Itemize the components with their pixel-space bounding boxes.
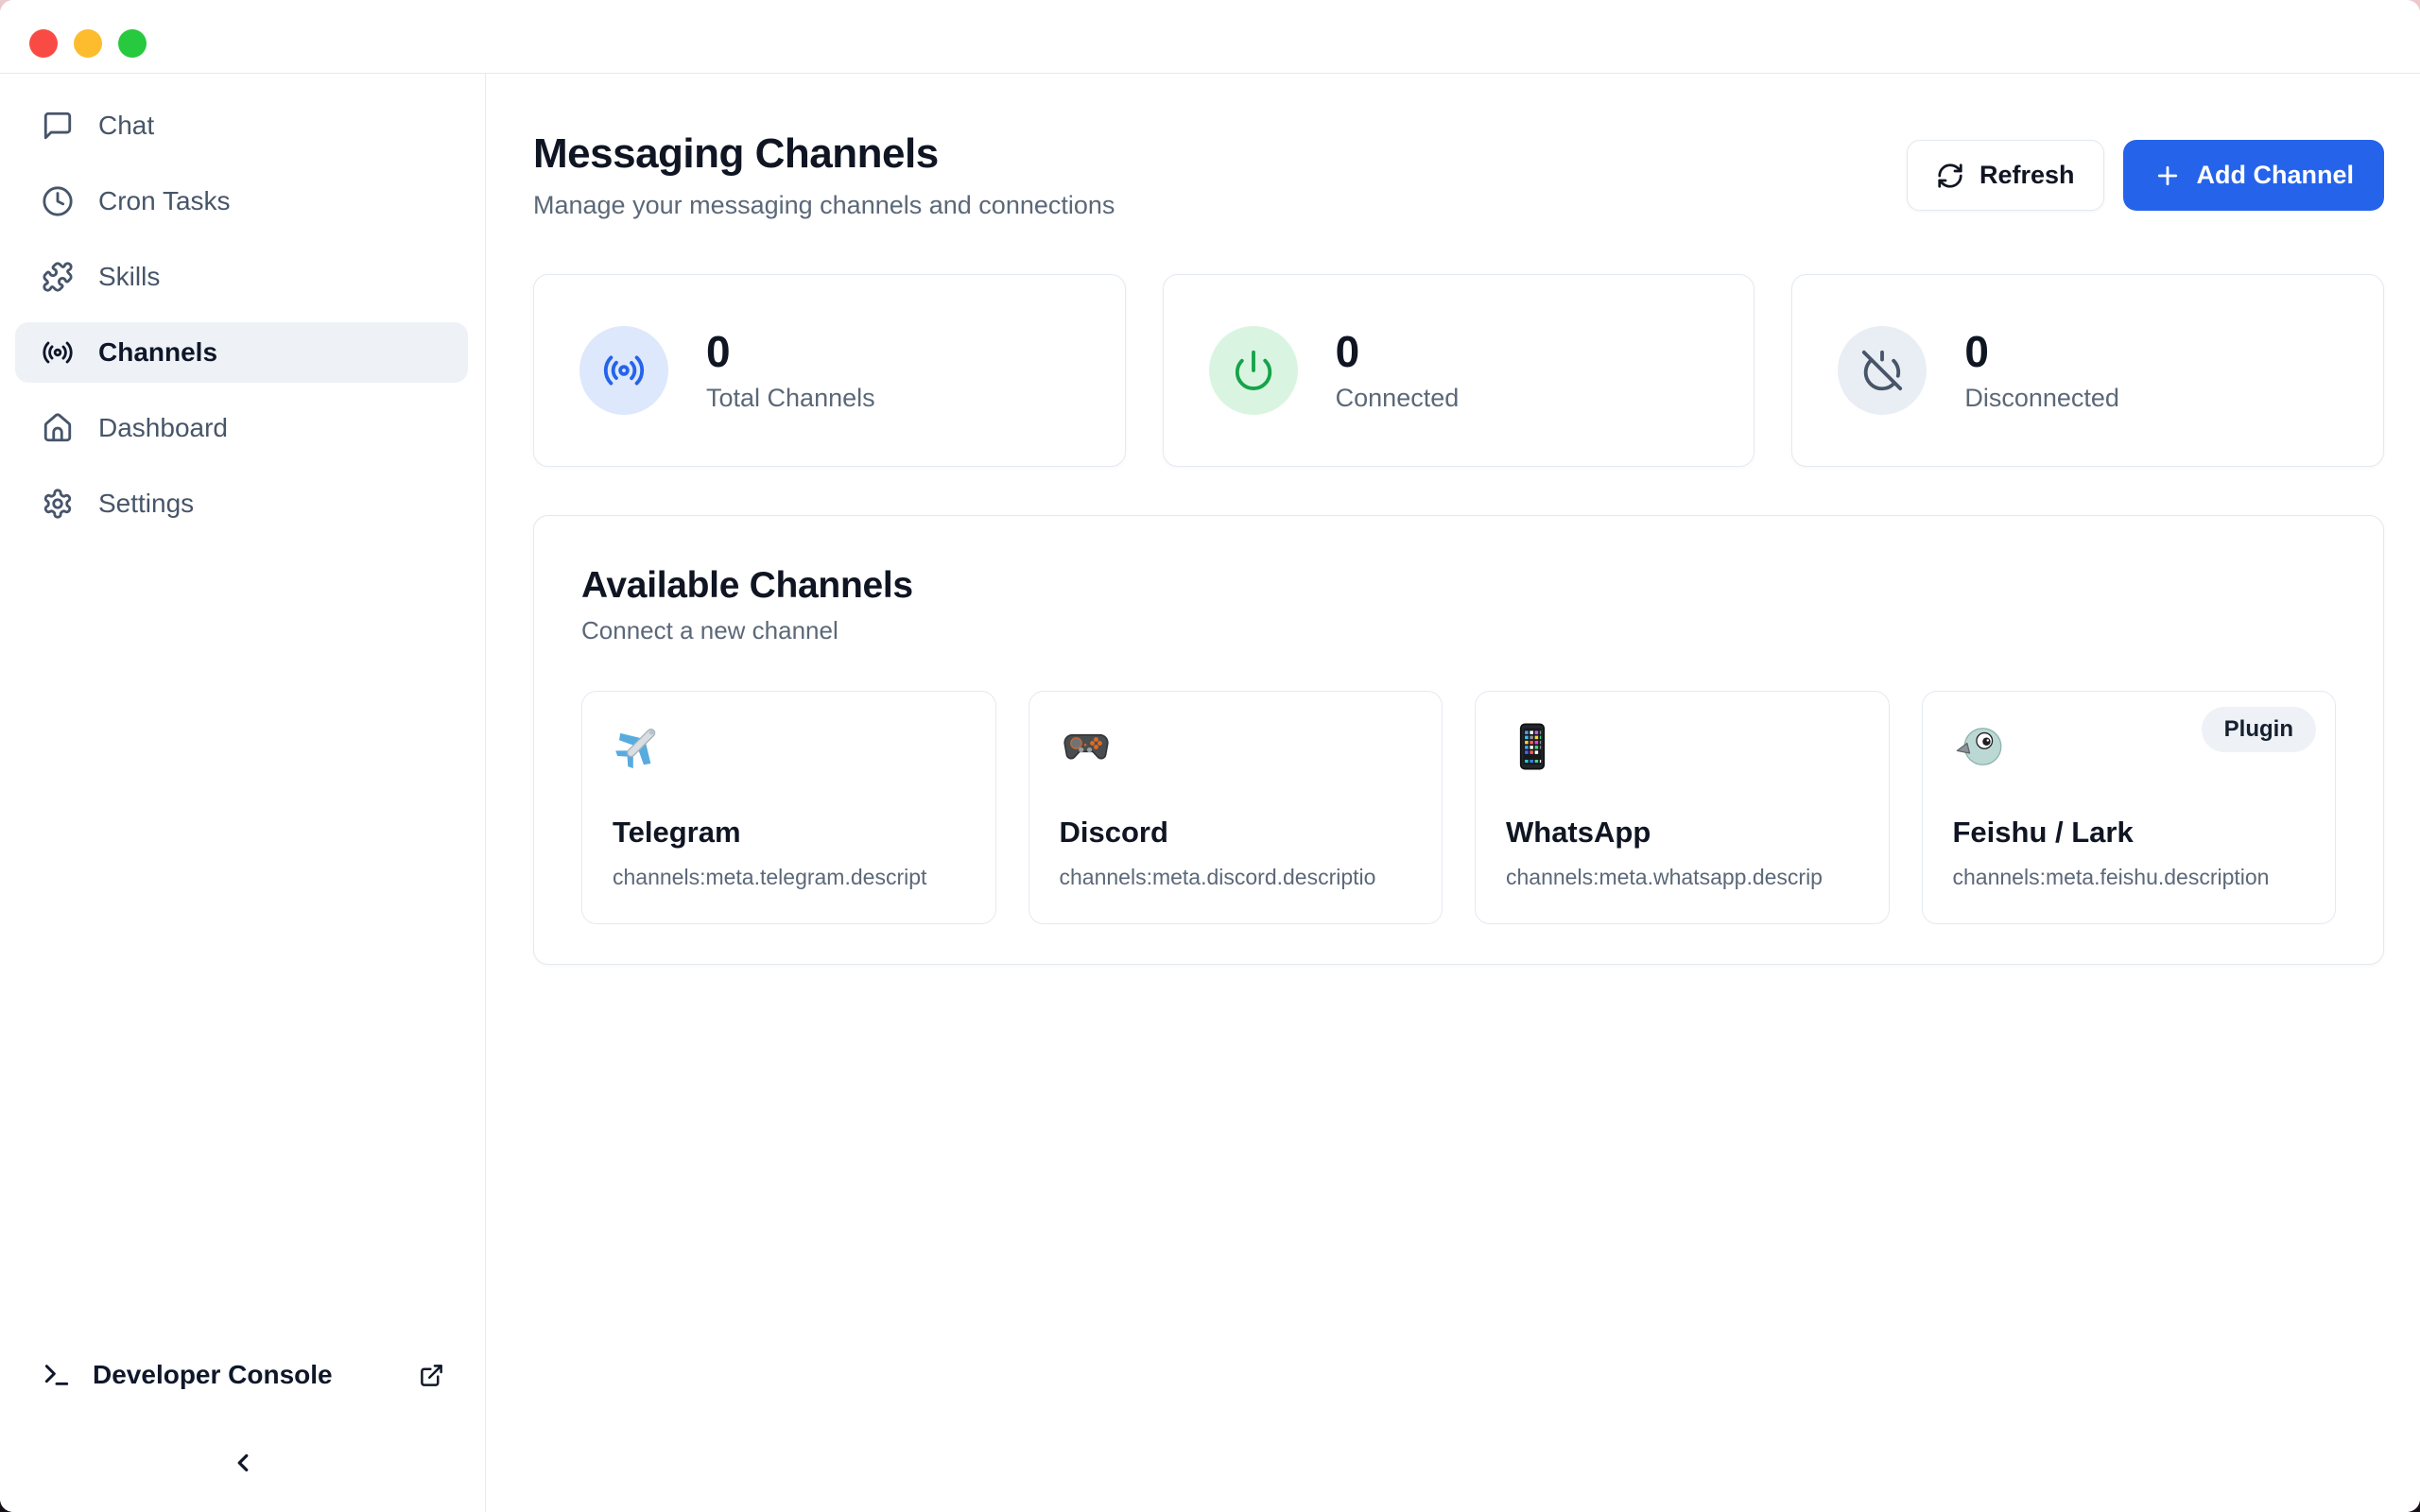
bird-emoji <box>1953 720 2006 773</box>
available-channels-title: Available Channels <box>581 565 2336 607</box>
puzzle-icon <box>42 261 74 293</box>
developer-console-link[interactable]: Developer Console <box>0 1347 485 1403</box>
stat-label: Connected <box>1336 384 1460 413</box>
header-actions: Refresh Add Channel <box>1907 140 2384 211</box>
stat-card-total-channels: 0 Total Channels <box>533 274 1126 467</box>
chat-bubble-icon <box>42 110 74 142</box>
chevron-left-icon <box>229 1449 257 1477</box>
stat-value: 0 <box>706 328 875 376</box>
channel-description: channels:meta.discord.descriptio <box>1060 865 1412 890</box>
channel-card-discord[interactable]: Discord channels:meta.discord.descriptio <box>1028 691 1443 924</box>
stat-text: 0 Disconnected <box>1964 328 2119 413</box>
channel-description: channels:meta.feishu.description <box>1953 865 2306 890</box>
traffic-lights <box>29 29 147 58</box>
channel-card-telegram[interactable]: Telegram channels:meta.telegram.descript <box>581 691 996 924</box>
sidebar-item-settings[interactable]: Settings <box>15 473 468 534</box>
sidebar-item-label: Skills <box>98 262 160 292</box>
radio-icon <box>579 326 668 415</box>
sidebar-item-label: Chat <box>98 111 154 141</box>
sidebar-item-label: Channels <box>98 337 217 368</box>
stat-value: 0 <box>1336 328 1460 376</box>
gear-icon <box>42 488 74 520</box>
airplane-emoji <box>613 720 666 773</box>
minimize-window-button[interactable] <box>74 29 102 58</box>
maximize-window-button[interactable] <box>118 29 147 58</box>
channel-description: channels:meta.telegram.descript <box>613 865 965 890</box>
sidebar-item-dashboard[interactable]: Dashboard <box>15 398 468 458</box>
refresh-label: Refresh <box>1979 161 2075 190</box>
radio-icon <box>42 336 74 369</box>
channel-card-feishu[interactable]: Plugin Feishu / Lark channels:meta.feish… <box>1922 691 2337 924</box>
sidebar-item-cron-tasks[interactable]: Cron Tasks <box>15 171 468 232</box>
sidebar-item-chat[interactable]: Chat <box>15 95 468 156</box>
stat-label: Total Channels <box>706 384 875 413</box>
sidebar-nav: Chat Cron Tasks Skills Channels <box>15 95 468 534</box>
close-window-button[interactable] <box>29 29 58 58</box>
clock-icon <box>42 185 74 217</box>
add-channel-label: Add Channel <box>2197 161 2355 190</box>
sidebar-item-label: Settings <box>98 489 194 519</box>
channel-name: Feishu / Lark <box>1953 816 2306 850</box>
channel-grid: Telegram channels:meta.telegram.descript… <box>581 691 2336 924</box>
collapse-sidebar-button[interactable] <box>216 1440 269 1486</box>
developer-console-label: Developer Console <box>93 1360 333 1390</box>
home-icon <box>42 412 74 444</box>
channel-name: WhatsApp <box>1506 816 1858 850</box>
page-title: Messaging Channels <box>533 130 1115 178</box>
refresh-icon <box>1936 162 1964 190</box>
available-channels-subtitle: Connect a new channel <box>581 616 2336 645</box>
main-content: Messaging Channels Manage your messaging… <box>486 74 2420 1512</box>
sidebar-item-label: Dashboard <box>98 413 228 443</box>
mobile-phone-emoji <box>1506 720 1559 773</box>
power-off-icon <box>1838 326 1927 415</box>
plus-icon <box>2153 162 2182 190</box>
plugin-badge: Plugin <box>2202 707 2316 752</box>
window-titlebar <box>0 0 2420 74</box>
available-channels-panel: Available Channels Connect a new channel… <box>533 515 2384 965</box>
stat-value: 0 <box>1964 328 2119 376</box>
game-controller-emoji <box>1060 720 1113 773</box>
stat-text: 0 Connected <box>1336 328 1460 413</box>
page-subtitle: Manage your messaging channels and conne… <box>533 191 1115 220</box>
external-link-icon <box>419 1363 444 1388</box>
channel-name: Telegram <box>613 816 965 850</box>
stat-card-connected: 0 Connected <box>1163 274 1755 467</box>
sidebar-item-label: Cron Tasks <box>98 186 231 216</box>
power-icon <box>1209 326 1298 415</box>
app-window: Chat Cron Tasks Skills Channels <box>0 0 2420 1512</box>
channel-name: Discord <box>1060 816 1412 850</box>
stats-row: 0 Total Channels 0 Connected 0 <box>533 274 2384 467</box>
channel-description: channels:meta.whatsapp.descrip <box>1506 865 1858 890</box>
page-header: Messaging Channels Manage your messaging… <box>533 130 1115 220</box>
sidebar: Chat Cron Tasks Skills Channels <box>0 74 486 1512</box>
stat-card-disconnected: 0 Disconnected <box>1791 274 2384 467</box>
channel-card-whatsapp[interactable]: WhatsApp channels:meta.whatsapp.descrip <box>1475 691 1890 924</box>
stat-text: 0 Total Channels <box>706 328 875 413</box>
add-channel-button[interactable]: Add Channel <box>2123 140 2385 211</box>
sidebar-item-channels[interactable]: Channels <box>15 322 468 383</box>
terminal-icon <box>42 1360 72 1390</box>
stat-label: Disconnected <box>1964 384 2119 413</box>
sidebar-item-skills[interactable]: Skills <box>15 247 468 307</box>
refresh-button[interactable]: Refresh <box>1907 140 2104 211</box>
